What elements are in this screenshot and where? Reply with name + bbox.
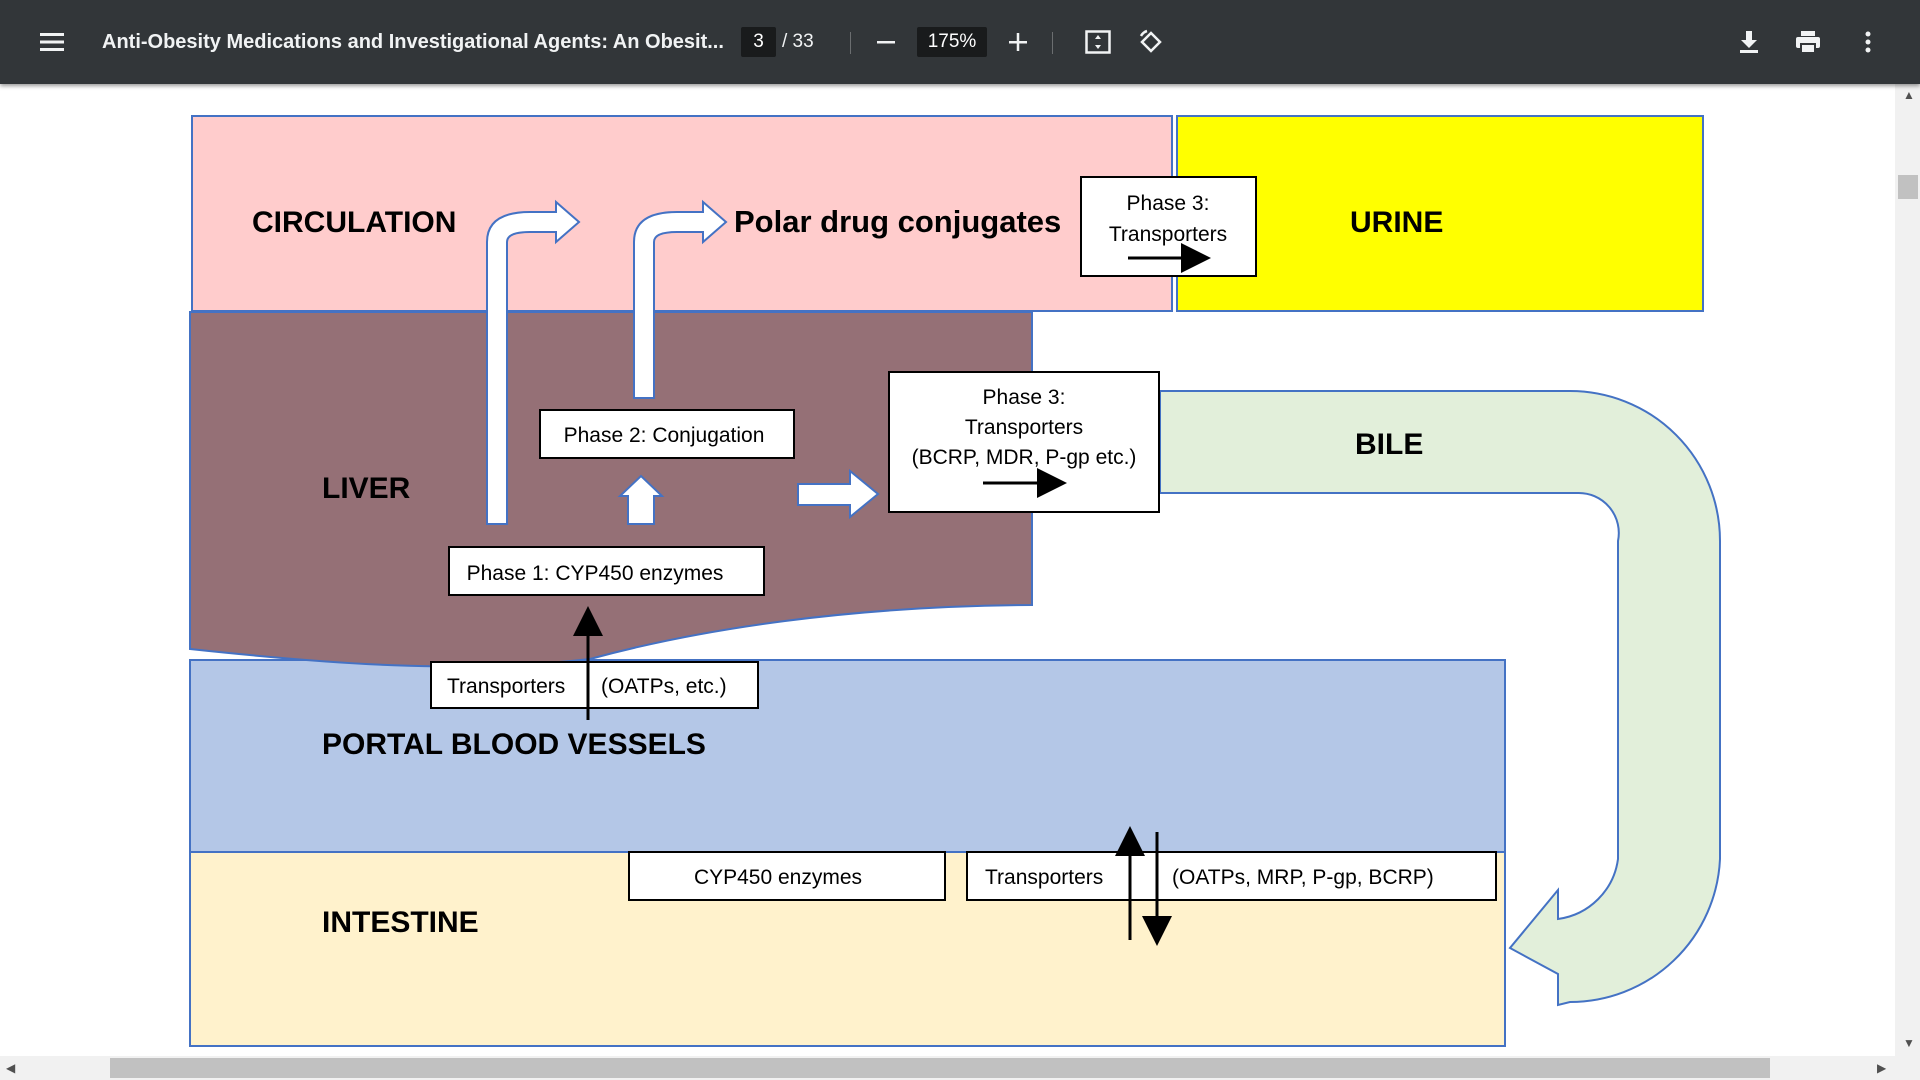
drug-metabolism-diagram: CIRCULATION Polar drug conjugates Phase … <box>189 115 1721 1047</box>
print-icon[interactable] <box>1790 24 1826 60</box>
intestine-label: INTESTINE <box>322 906 479 939</box>
horizontal-scroll-thumb[interactable] <box>110 1058 1770 1078</box>
toolbar-divider <box>850 32 851 54</box>
portal-label: PORTAL BLOOD VESSELS <box>322 728 706 761</box>
document-title: Anti-Obesity Medications and Investigati… <box>102 31 724 53</box>
zoom-input[interactable]: 175% <box>917 27 987 57</box>
scroll-left-icon[interactable]: ◀ <box>6 1061 15 1075</box>
polar-label: Polar drug conjugates <box>734 204 1061 239</box>
menu-icon[interactable] <box>34 24 70 60</box>
phase3-top-line1: Phase 3: <box>1127 192 1210 215</box>
scroll-up-icon[interactable]: ▲ <box>1903 88 1915 102</box>
minus-icon[interactable] <box>868 24 904 60</box>
circulation-label: CIRCULATION <box>252 206 456 239</box>
liver-label: LIVER <box>322 472 411 505</box>
rotate-icon[interactable] <box>1133 24 1169 60</box>
more-icon[interactable] <box>1850 24 1886 60</box>
fit-page-icon[interactable] <box>1080 24 1116 60</box>
vertical-scroll-thumb[interactable] <box>1898 175 1918 199</box>
cyp450-label: CYP450 enzymes <box>694 866 862 889</box>
phase2-label: Phase 2: Conjugation <box>564 424 765 447</box>
urine-label: URINE <box>1350 206 1443 239</box>
scroll-right-icon[interactable]: ▶ <box>1877 1061 1886 1075</box>
page-number-input[interactable]: 3 <box>741 27 776 57</box>
scroll-down-icon[interactable]: ▼ <box>1903 1036 1915 1050</box>
download-icon[interactable] <box>1731 24 1767 60</box>
phase3-mid-line2: Transporters <box>965 416 1083 439</box>
toolbar-divider <box>1052 32 1053 54</box>
phase3-mid-line3: (BCRP, MDR, P-gp etc.) <box>912 446 1137 469</box>
intestine-transporters-label: Transporters <box>985 866 1103 889</box>
bile-label: BILE <box>1355 428 1423 461</box>
pdf-page-viewer[interactable]: CIRCULATION Polar drug conjugates Phase … <box>0 84 1895 1056</box>
phase1-label: Phase 1: CYP450 enzymes <box>467 562 724 585</box>
intestine-oatps-label: (OATPs, MRP, P-gp, BCRP) <box>1172 866 1434 889</box>
pdf-toolbar: Anti-Obesity Medications and Investigati… <box>0 0 1920 84</box>
vertical-scrollbar[interactable] <box>1895 84 1920 1056</box>
phase3-mid-line1: Phase 3: <box>983 386 1066 409</box>
page-total: / 33 <box>782 31 814 52</box>
plus-icon[interactable] <box>1000 24 1036 60</box>
phase3-top-line2: Transporters <box>1109 223 1227 246</box>
portal-transporters-label: Transporters <box>447 675 565 698</box>
portal-oatps-label: (OATPs, etc.) <box>601 675 727 698</box>
